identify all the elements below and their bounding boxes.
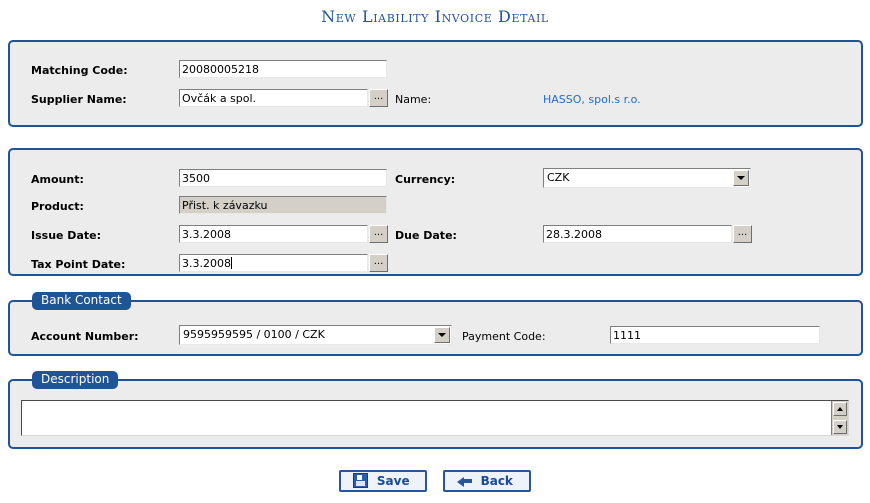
amount-label: Amount: [31,173,84,186]
currency-selected-value: CZK [547,171,570,184]
product-input: Přist. k závazku [179,196,387,214]
due-date-picker-button[interactable]: ... [733,225,752,243]
description-textarea-value [24,402,830,434]
description-textarea[interactable] [21,400,849,436]
account-number-label: Account Number: [31,330,139,343]
description-scrollbar[interactable] [831,401,848,435]
supplier-panel: Matching Code: 20080005218 Supplier Name… [8,40,863,127]
tax-point-date-input[interactable]: 3.3.2008 [179,254,368,272]
bank-contact-panel: Bank Contact Account Number: 9595959595 … [8,292,863,356]
scroll-down-icon[interactable] [833,420,847,434]
product-label: Product: [31,200,84,213]
due-date-label: Due Date: [395,229,457,242]
invoice-panel: Amount: 3500 Currency: CZK Product: Přis… [8,148,863,276]
bank-contact-legend: Bank Contact [32,292,131,310]
save-button-label: Save [376,474,410,488]
back-button[interactable]: Back [442,470,531,492]
page-title: New Liability Invoice Detail [321,7,549,26]
account-number-selected-value: 9595959595 / 0100 / CZK [183,328,325,341]
ellipsis-icon: ... [373,227,384,238]
due-date-input[interactable]: 28.3.2008 [543,225,732,243]
issue-date-input[interactable]: 3.3.2008 [179,225,368,243]
tax-point-date-picker-button[interactable]: ... [369,254,388,272]
supplier-resolved-name-label: Name: [395,93,432,106]
matching-code-input[interactable]: 20080005218 [179,60,387,78]
matching-code-label: Matching Code: [31,64,128,77]
supplier-resolved-name-value[interactable]: HASSO, spol.s r.o. [543,93,641,107]
save-button[interactable]: Save [339,470,428,492]
supplier-name-input[interactable]: Ovčák a spol. [179,89,368,107]
description-legend: Description [32,371,119,389]
payment-code-label: Payment Code: [462,330,546,343]
amount-input[interactable]: 3500 [179,169,387,187]
chevron-down-icon[interactable] [434,327,450,343]
currency-label: Currency: [395,173,456,186]
ellipsis-icon: ... [373,256,384,267]
footer-actions: Save Back [0,470,870,492]
chevron-down-icon[interactable] [733,170,749,186]
tax-point-date-label: Tax Point Date: [31,258,126,271]
payment-code-input[interactable]: 1111 [610,326,820,344]
scroll-up-icon[interactable] [833,402,847,416]
issue-date-label: Issue Date: [31,229,101,242]
supplier-name-browse-button[interactable]: ... [369,89,388,107]
supplier-name-label: Supplier Name: [31,93,127,106]
floppy-disk-icon [352,473,368,488]
arrow-left-icon [456,473,472,488]
ellipsis-icon: ... [737,227,748,238]
issue-date-picker-button[interactable]: ... [369,225,388,243]
description-panel: Description [8,371,863,449]
currency-select[interactable]: CZK [543,168,751,188]
account-number-select[interactable]: 9595959595 / 0100 / CZK [179,325,452,345]
ellipsis-icon: ... [373,91,384,102]
back-button-label: Back [480,474,513,488]
